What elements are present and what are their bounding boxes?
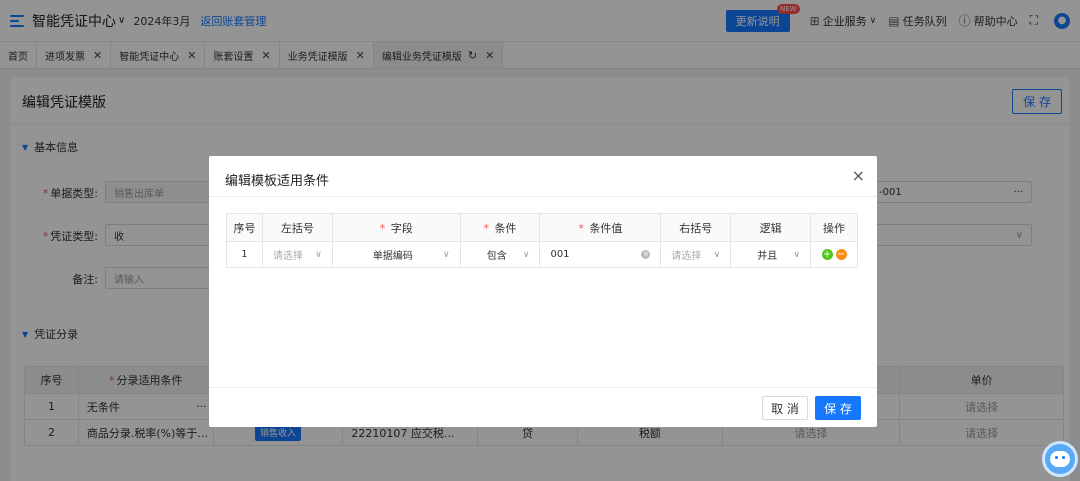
header-condition-value: * 条件值 [539, 213, 662, 242]
conditions-table-header: 序号 左括号 * 字段 * 条件 * 条件值 右括号 逻辑 操作 [226, 213, 858, 242]
close-icon[interactable]: × [852, 166, 865, 185]
dialog-title: 编辑模板适用条件 [225, 174, 330, 189]
chevron-down-icon: ∨ [713, 249, 721, 260]
logic-select[interactable]: 并且 ∨ [730, 241, 812, 268]
save-button[interactable]: 保 存 [815, 396, 861, 420]
clear-icon[interactable]: × [641, 250, 651, 259]
header-right-paren: 右括号 [660, 213, 732, 242]
header-field: * 字段 [331, 213, 461, 242]
chevron-down-icon: ∨ [793, 249, 801, 260]
condition-value-input[interactable]: 001 × [539, 241, 662, 268]
field-select[interactable]: 单据编码 ∨ [331, 241, 461, 268]
left-paren-select[interactable]: 请选择 ∨ [261, 241, 333, 268]
header-condition: * 条件 [459, 213, 541, 242]
conditions-table: 序号 左括号 * 字段 * 条件 * 条件值 右括号 逻辑 操作 1 请选择 ∨ … [226, 213, 858, 268]
chevron-down-icon: ∨ [522, 249, 530, 260]
header-left-paren: 左括号 [261, 213, 333, 242]
assistant-bot-icon[interactable] [1042, 441, 1078, 477]
add-row-icon[interactable]: + [821, 249, 833, 260]
divider [209, 387, 877, 388]
row-index: 1 [226, 241, 263, 268]
header-index: 序号 [226, 213, 263, 242]
chevron-down-icon: ∨ [315, 249, 322, 260]
chevron-down-icon: ∨ [442, 249, 450, 260]
table-row: 1 请选择 ∨ 单据编码 ∨ 包含 ∨ 001 × 请选择 ∨ 并且 ∨ + − [226, 241, 858, 268]
header-action: 操作 [810, 213, 858, 242]
row-actions: + − [810, 241, 858, 268]
condition-select[interactable]: 包含 ∨ [459, 241, 541, 268]
divider [209, 196, 877, 197]
remove-row-icon[interactable]: − [835, 249, 847, 260]
header-logic: 逻辑 [730, 213, 812, 242]
edit-conditions-dialog: 编辑模板适用条件 × 序号 左括号 * 字段 * 条件 * 条件值 右括号 逻辑… [209, 156, 877, 427]
right-paren-select[interactable]: 请选择 ∨ [660, 241, 732, 268]
cancel-button[interactable]: 取 消 [762, 396, 808, 420]
